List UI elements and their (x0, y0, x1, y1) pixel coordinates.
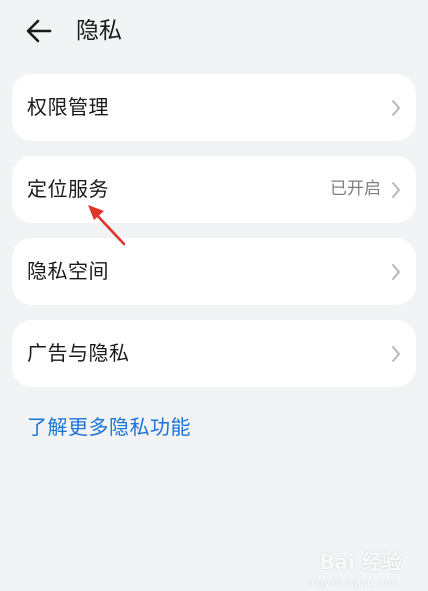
menu-item-location-service[interactable]: 定位服务 已开启 (12, 156, 416, 223)
page-title: 隐私 (76, 18, 122, 44)
back-arrow-icon[interactable] (22, 14, 56, 48)
baidu-watermark-url: jingyan.baidu.com (305, 578, 398, 589)
menu-item-label: 广告与隐私 (27, 341, 130, 365)
menu-item-label: 隐私空间 (27, 259, 109, 283)
menu-item-ads-privacy[interactable]: 广告与隐私 (12, 320, 416, 387)
menu-item-label: 定位服务 (27, 177, 109, 201)
chevron-right-icon (392, 182, 400, 198)
menu-item-label: 权限管理 (27, 95, 109, 119)
learn-more-privacy-link[interactable]: 了解更多隐私功能 (27, 412, 191, 442)
menu-item-permission-management[interactable]: 权限管理 (12, 74, 416, 141)
location-status-text: 已开启 (330, 179, 381, 199)
chevron-right-icon (392, 100, 400, 116)
menu-item-private-space[interactable]: 隐私空间 (12, 238, 416, 305)
chevron-right-icon (392, 346, 400, 362)
header-bar: 隐私 (0, 0, 428, 66)
baidu-watermark: Bai 经验 (319, 550, 402, 574)
chevron-right-icon (392, 264, 400, 280)
